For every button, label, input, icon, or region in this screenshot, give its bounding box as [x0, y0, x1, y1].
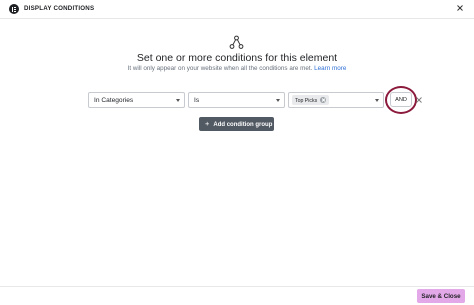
- and-button[interactable]: AND: [390, 92, 412, 107]
- condition-operator-select[interactable]: Is: [188, 92, 285, 108]
- value-chip: Top Picks: [292, 95, 330, 105]
- page-subline: It will only appear on your website when…: [0, 65, 474, 72]
- modal-title: DISPLAY CONDITIONS: [24, 5, 95, 12]
- conditions-tree-icon: [229, 35, 244, 49]
- modal-header: DISPLAY CONDITIONS: [0, 0, 474, 19]
- chevron-down-icon: [276, 99, 280, 102]
- value-chip-label: Top Picks: [295, 97, 318, 104]
- close-icon[interactable]: [455, 3, 465, 13]
- add-condition-group-button[interactable]: + Add condition group: [199, 117, 274, 131]
- modal-footer: Save & Close: [0, 286, 474, 305]
- plus-icon: +: [205, 118, 210, 128]
- learn-more-link[interactable]: Learn more: [314, 65, 346, 72]
- chevron-down-icon: [375, 99, 379, 102]
- condition-operator-value: Is: [194, 97, 200, 104]
- page-headline: Set one or more conditions for this elem…: [136, 52, 338, 64]
- condition-value-select[interactable]: Top Picks: [288, 92, 384, 108]
- subline-text: It will only appear on your website when…: [127, 65, 313, 72]
- chip-remove-icon[interactable]: [320, 96, 327, 103]
- condition-field-select[interactable]: In Categories: [88, 92, 185, 108]
- chevron-down-icon: [176, 99, 180, 102]
- remove-condition-icon[interactable]: [415, 96, 423, 104]
- condition-field-value: In Categories: [94, 97, 134, 104]
- save-close-button[interactable]: Save & Close: [417, 289, 465, 303]
- add-group-label: Add condition group: [213, 121, 273, 128]
- elementor-logo-icon: [9, 4, 19, 14]
